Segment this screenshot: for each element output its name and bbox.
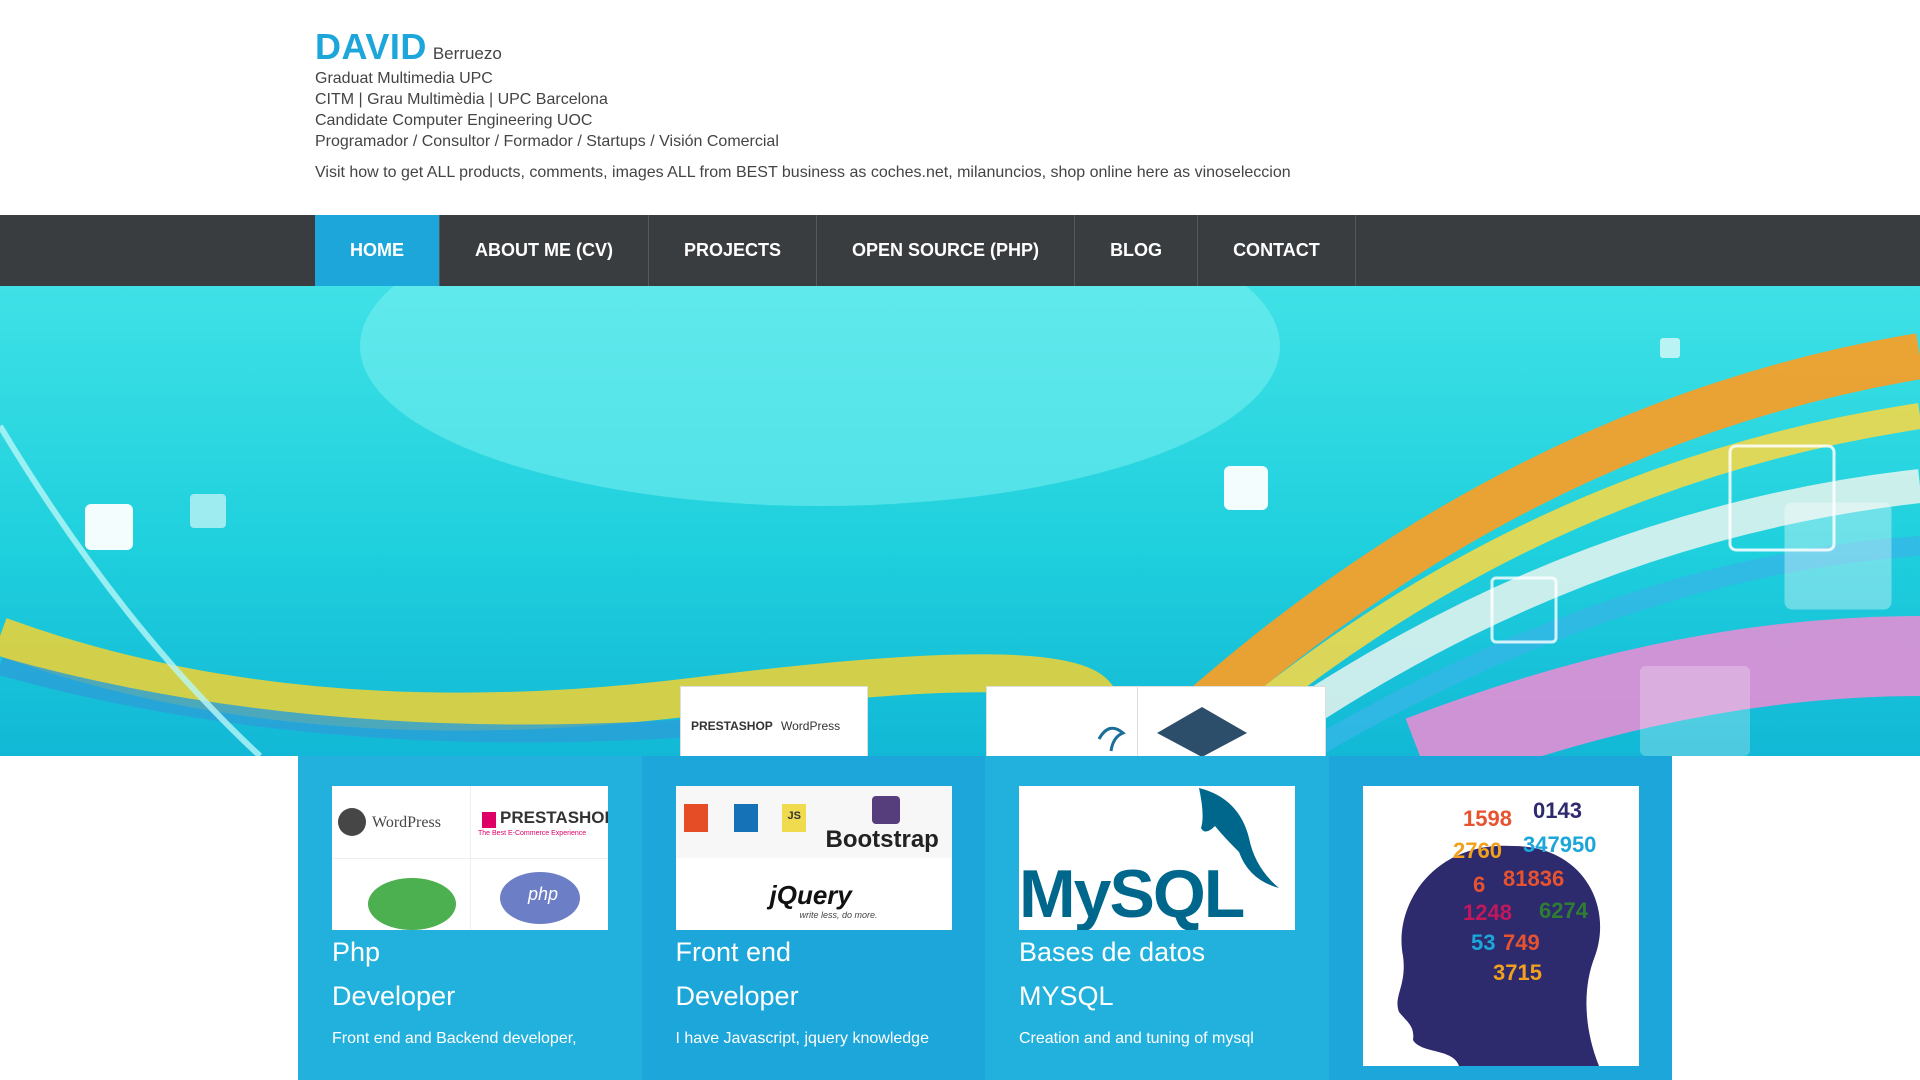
svg-text:1248: 1248: [1463, 900, 1512, 925]
svg-text:347950: 347950: [1523, 832, 1596, 857]
wordpress-logo-text: WordPress: [372, 814, 441, 831]
head-silhouette-icon: 1598 0143 2760 347950 3 6 81836 1248 627…: [1396, 798, 1600, 1066]
prestashop-tagline-text: The Best E-Commerce Experience: [478, 830, 587, 837]
php-logo-text: php: [528, 884, 559, 904]
svg-text:53: 53: [1471, 930, 1495, 955]
brand-last-name[interactable]: Berruezo: [433, 44, 502, 64]
mysql-logo-text: MySQL: [1019, 856, 1245, 930]
card-subtitle: Developer: [675, 981, 799, 1011]
php-logos-image: WordPress PRESTASHOP The Best E-Commerce…: [332, 786, 608, 930]
service-card-frontend[interactable]: JS Bootstrap jQuery write less, do more.…: [641, 756, 985, 1080]
svg-text:2760: 2760: [1453, 838, 1502, 863]
tagline-line: Graduat Multimedia UPC: [315, 70, 493, 87]
hero-banner: PRESTASHOP WordPress: [0, 286, 1920, 756]
service-card-mysql[interactable]: MySQL Bases de datos MYSQL Creation and …: [985, 756, 1329, 1080]
svg-text:3715: 3715: [1493, 960, 1542, 985]
wordpress-logo-text: WordPress: [781, 719, 841, 733]
card-subtitle: Developer: [332, 981, 456, 1011]
hero-background-graphic: [0, 286, 1920, 756]
nav-item-blog[interactable]: BLOG: [1075, 215, 1199, 286]
visit-text: Visit how to get ALL products, comments,…: [315, 164, 1291, 181]
bootstrap-logo-text: Bootstrap: [825, 826, 939, 853]
card-description: Creation and and tuning of mysql: [1019, 1030, 1254, 1047]
service-card-thinking[interactable]: 1598 0143 2760 347950 3 6 81836 1248 627…: [1328, 756, 1672, 1080]
nav-item-about[interactable]: ABOUT ME (CV): [440, 215, 649, 286]
jquery-tagline-text: write less, do more.: [799, 910, 878, 920]
tagline-line: Programador / Consultor / Formador / Sta…: [315, 133, 779, 150]
card-title: Php: [332, 937, 381, 967]
brand-first-name[interactable]: DAVID: [315, 26, 427, 68]
services-cards: WordPress PRESTASHOP The Best E-Commerce…: [298, 756, 1672, 1080]
js-logo-text: JS: [787, 810, 801, 822]
nav-item-home[interactable]: HOME: [315, 215, 440, 286]
prestashop-logo-text: PRESTASHOP: [500, 808, 608, 827]
tagline-line: CITM | Grau Multimèdia | UPC Barcelona: [315, 91, 608, 108]
svg-text:34: 34: [1559, 926, 1584, 951]
card-title: Bases de datos: [1019, 937, 1206, 967]
card-title: Front end: [675, 937, 792, 967]
service-card-php[interactable]: WordPress PRESTASHOP The Best E-Commerce…: [298, 756, 642, 1080]
head-numbers-image: 1598 0143 2760 347950 3 6 81836 1248 627…: [1362, 786, 1639, 1066]
svg-text:1598: 1598: [1463, 806, 1512, 831]
main-nav: HOME ABOUT ME (CV) PROJECTS OPEN SOURCE …: [0, 215, 1920, 286]
site-brand[interactable]: DAVID Berruezo: [315, 26, 1715, 68]
card-description: I have Javascript, jquery knowledge: [675, 1030, 929, 1047]
svg-text:6274: 6274: [1539, 898, 1589, 923]
svg-text:0143: 0143: [1533, 798, 1582, 823]
svg-text:81836: 81836: [1503, 866, 1564, 891]
hero-thumbnail-cms[interactable]: PRESTASHOP WordPress: [680, 686, 868, 756]
svg-text:3: 3: [1451, 870, 1463, 895]
database-icons: [1097, 687, 1247, 756]
svg-text:749: 749: [1503, 930, 1540, 955]
frontend-logos-image: JS Bootstrap jQuery write less, do more.: [675, 786, 952, 930]
card-subtitle: MYSQL: [1019, 981, 1114, 1011]
card-description: Front end and Backend developer,: [332, 1030, 577, 1047]
prestashop-logo-text: PRESTASHOP: [691, 719, 773, 733]
nav-item-projects[interactable]: PROJECTS: [649, 215, 818, 286]
svg-text:6: 6: [1473, 872, 1485, 897]
nav-item-contact[interactable]: CONTACT: [1198, 215, 1356, 286]
mysql-logo-image: MySQL: [1019, 786, 1295, 930]
jquery-logo-text: jQuery: [769, 880, 852, 910]
nav-item-open-source[interactable]: OPEN SOURCE (PHP): [817, 215, 1076, 286]
tagline-line: Candidate Computer Engineering UOC: [315, 112, 593, 129]
hero-thumbnail-database[interactable]: [986, 686, 1326, 756]
site-header: DAVID Berruezo Graduat Multimedia UPC CI…: [315, 26, 1715, 182]
